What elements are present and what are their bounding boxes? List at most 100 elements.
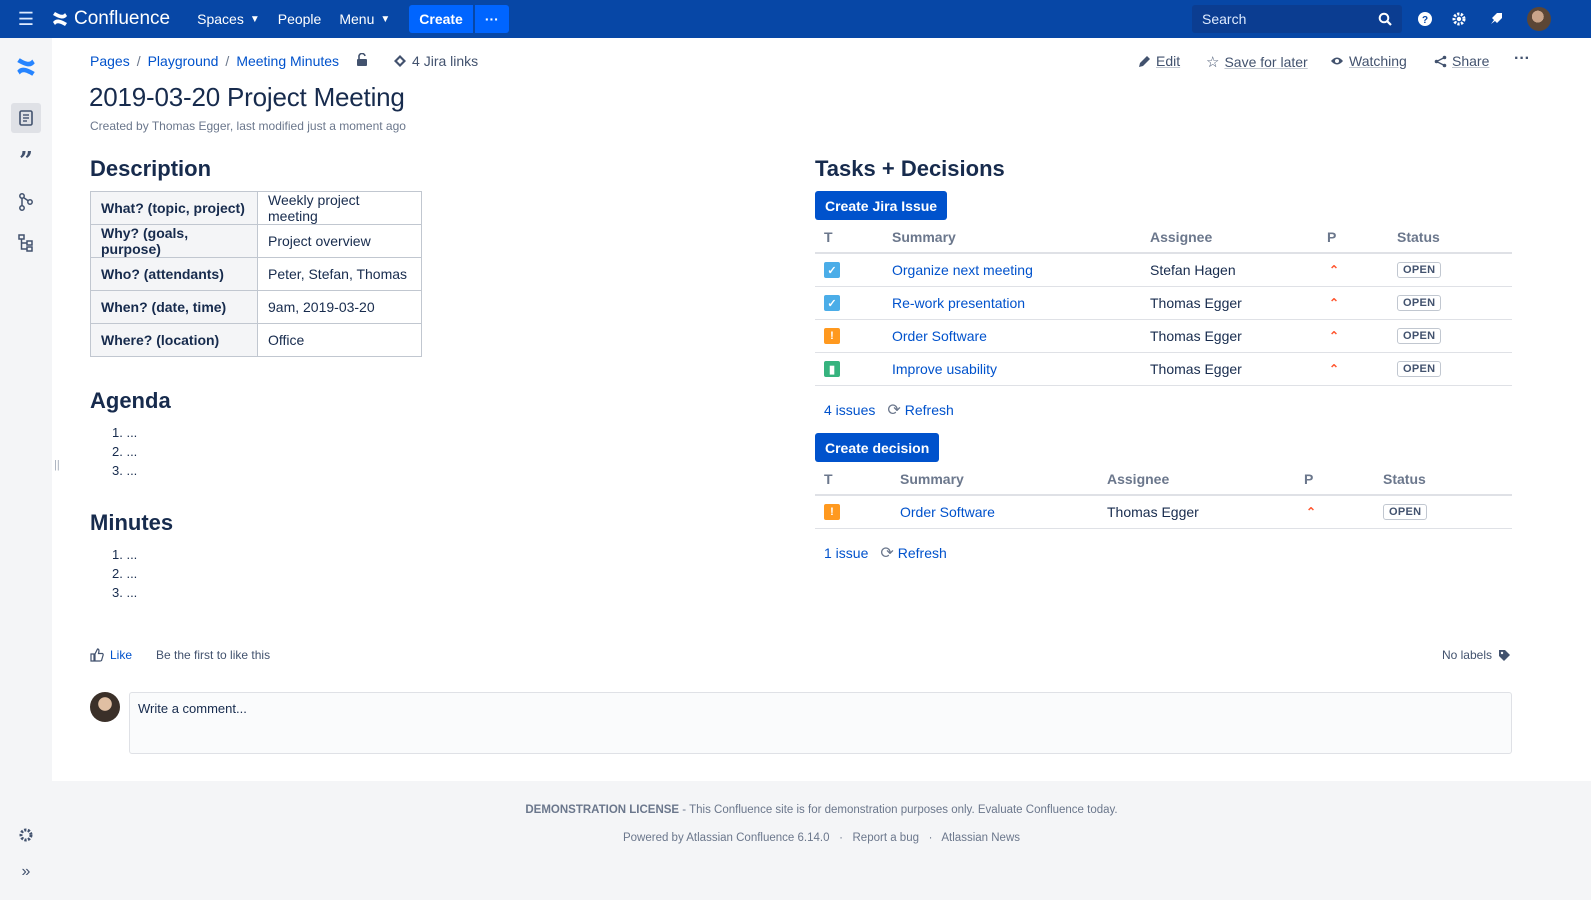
blog-quote-icon[interactable]: ” (11, 145, 41, 175)
nav-people[interactable]: People (269, 0, 331, 38)
report-bug-link[interactable]: Report a bug (853, 832, 920, 844)
confluence-logo[interactable]: Confluence (52, 8, 170, 30)
column-header-assignee[interactable]: Assignee (1107, 471, 1169, 487)
column-header-summary[interactable]: Summary (900, 471, 964, 487)
table-value: Weekly project meeting (257, 191, 422, 225)
thumbs-up-icon[interactable] (90, 648, 104, 662)
status-badge: OPEN (1397, 262, 1442, 278)
breadcrumb-playground[interactable]: Playground (148, 53, 219, 69)
table-value: Office (257, 323, 422, 357)
table-header: T Summary Assignee P Status (815, 463, 1512, 496)
create-more-button[interactable]: ··· (474, 5, 509, 33)
priority-high-icon: ⌃ (1329, 329, 1340, 343)
save-for-later-label: Save for later (1224, 54, 1308, 70)
issue-summary-link[interactable]: Order Software (892, 328, 987, 344)
issue-summary-link[interactable]: Improve usability (892, 361, 997, 377)
decisions-footer: 1 issue ⟳ Refresh (824, 543, 947, 563)
license-title: DEMONSTRATION LICENSE (525, 804, 680, 816)
share-label: Share (1452, 53, 1490, 69)
issue-summary-link[interactable]: Order Software (900, 504, 995, 520)
description-table: What? (topic, project) Weekly project mee… (90, 191, 422, 357)
refresh-label: Refresh (897, 545, 947, 561)
hamburger-icon[interactable]: ☰ (0, 0, 52, 38)
create-button[interactable]: Create (409, 5, 473, 33)
left-sidebar: ” » (0, 38, 52, 900)
column-header-priority[interactable]: P (1304, 471, 1313, 487)
list-item: 1. ... (112, 547, 138, 562)
like-button[interactable]: Like (110, 648, 132, 662)
watching-button[interactable]: Watching (1330, 53, 1407, 69)
status-badge: OPEN (1383, 504, 1428, 520)
jira-links[interactable]: 4 Jira links (393, 53, 478, 69)
sidebar-resize-handle[interactable]: || (54, 459, 60, 471)
task-type-icon: ✓ (824, 295, 840, 311)
top-navigation-bar: ☰ Confluence Spaces ▼ People Menu ▼ Create… (0, 0, 1591, 38)
svg-text:?: ? (1422, 15, 1428, 26)
issue-summary-link[interactable]: Organize next meeting (892, 262, 1033, 278)
breadcrumb-separator: / (225, 53, 230, 69)
refresh-button[interactable]: ⟳ Refresh (887, 400, 953, 420)
avatar[interactable] (1527, 7, 1551, 31)
create-decision-button[interactable]: Create decision (815, 433, 940, 462)
column-header-priority[interactable]: P (1327, 229, 1336, 245)
nav-spaces[interactable]: Spaces ▼ (188, 0, 269, 38)
license-text: - This Confluence site is for demonstrat… (679, 804, 1118, 816)
refresh-button[interactable]: ⟳ Refresh (880, 543, 946, 563)
expand-sidebar-icon[interactable]: » (11, 857, 41, 887)
star-icon: ☆ (1206, 54, 1220, 71)
nav-menu[interactable]: Menu ▼ (330, 0, 399, 38)
nav-spaces-label: Spaces (197, 11, 244, 27)
footer-separator: · (839, 832, 843, 844)
column-header-type[interactable]: T (824, 471, 833, 487)
issues-count-link[interactable]: 4 issues (824, 402, 875, 418)
tag-icon[interactable] (1498, 649, 1511, 662)
search-input[interactable]: Search (1192, 5, 1402, 33)
unlock-icon[interactable] (356, 52, 368, 69)
more-actions-button[interactable]: ··· (1514, 50, 1530, 68)
issue-summary-link[interactable]: Re-work presentation (892, 295, 1025, 311)
priority-high-icon: ⌃ (1306, 505, 1317, 519)
notifications-icon[interactable] (1486, 9, 1506, 29)
save-for-later-button[interactable]: ☆ Save for later (1206, 53, 1308, 71)
breadcrumb-pages[interactable]: Pages (90, 53, 130, 69)
tasks-heading: Tasks + Decisions (815, 156, 1005, 181)
pages-icon[interactable] (11, 103, 41, 133)
table-row: Who? (attendants) Peter, Stefan, Thomas (90, 257, 422, 291)
page-title: 2019-03-20 Project Meeting (89, 82, 405, 112)
atlassian-news-link[interactable]: Atlassian News (941, 832, 1020, 844)
column-header-summary[interactable]: Summary (892, 229, 956, 245)
column-header-status[interactable]: Status (1397, 229, 1440, 245)
space-settings-icon[interactable] (11, 820, 41, 850)
status-badge: OPEN (1397, 328, 1442, 344)
edit-button[interactable]: Edit (1138, 53, 1180, 69)
table-row: ▮ Improve usability Thomas Egger ⌃ OPEN (815, 353, 1512, 386)
issue-assignee: Thomas Egger (1107, 504, 1199, 520)
labels-text: No labels (1441, 648, 1492, 662)
nav-menu-label: Menu (339, 11, 375, 27)
column-header-status[interactable]: Status (1383, 471, 1426, 487)
chevron-down-icon: ▼ (249, 13, 260, 25)
footer: DEMONSTRATION LICENSE - This Confluence … (52, 781, 1591, 900)
license-notice: DEMONSTRATION LICENSE - This Confluence … (52, 804, 1591, 816)
column-header-type[interactable]: T (824, 229, 833, 245)
comment-input[interactable]: Write a comment... (129, 692, 1512, 754)
task-type-icon: ✓ (824, 262, 840, 278)
breadcrumb-meeting-minutes[interactable]: Meeting Minutes (236, 53, 339, 69)
help-icon[interactable]: ? (1415, 9, 1435, 29)
minutes-list: 1. ... 2. ... 3. ... (112, 545, 137, 602)
issues-count-link[interactable]: 1 issue (824, 545, 868, 561)
story-type-icon: ▮ (824, 361, 840, 377)
list-item: 1. ... (112, 425, 138, 440)
priority-high-icon: ⌃ (1329, 362, 1340, 376)
share-button[interactable]: Share (1434, 53, 1489, 69)
create-jira-issue-button[interactable]: Create Jira Issue (815, 191, 948, 220)
column-header-assignee[interactable]: Assignee (1150, 229, 1212, 245)
page-tree-icon[interactable] (11, 228, 41, 258)
table-value: Project overview (257, 224, 422, 258)
confluence-logo-icon[interactable] (11, 52, 41, 82)
table-header: T Summary Assignee P Status (815, 221, 1512, 254)
table-key: When? (date, time) (90, 290, 258, 324)
settings-icon[interactable] (1449, 9, 1469, 29)
issue-assignee: Thomas Egger (1150, 328, 1242, 344)
shortcuts-icon[interactable] (11, 187, 41, 217)
